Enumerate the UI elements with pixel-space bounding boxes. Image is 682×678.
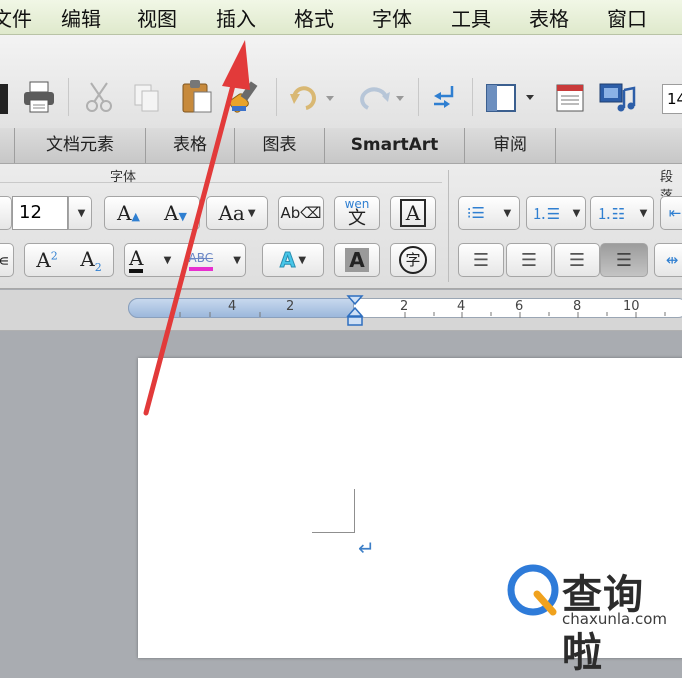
- chevron-down-icon: ▼: [77, 207, 86, 219]
- paste-icon[interactable]: [180, 78, 214, 114]
- enclose-char: 字: [399, 246, 427, 274]
- clear-formatting-button[interactable]: Ab⌫: [278, 196, 324, 230]
- chevron-down-icon: ▼: [247, 207, 256, 219]
- distributed-button[interactable]: ⇹: [654, 243, 682, 277]
- menu-tools[interactable]: 工具: [451, 3, 491, 32]
- multilevel-list-icon: ⒈☷: [596, 204, 626, 223]
- chevron-down-icon: ▼: [163, 254, 172, 266]
- numbering-button[interactable]: ⒈☰ ▼: [526, 196, 586, 230]
- highlight-icon[interactable]: ABC: [188, 249, 214, 271]
- subscript-icon[interactable]: A2: [80, 247, 101, 274]
- phonetic-guide-button[interactable]: wen 文: [334, 196, 380, 230]
- menu-format[interactable]: 格式: [294, 3, 334, 32]
- margin-corner-mark: [354, 489, 355, 533]
- font-size-input[interactable]: 12: [12, 196, 68, 230]
- toolbar-separator: [418, 78, 419, 116]
- font-color-highlight-buttons[interactable]: A ▼ ABC ▼: [124, 243, 246, 277]
- distributed-icon: ⇹: [665, 251, 679, 269]
- sidebar-icon[interactable]: [484, 82, 540, 114]
- ruler-ticks: [179, 312, 666, 318]
- text-effects-icon: A: [279, 248, 296, 273]
- align-right-button[interactable]: ☰: [554, 243, 600, 277]
- watermark-logo-icon: [507, 564, 559, 616]
- font-color-icon[interactable]: A: [129, 247, 144, 273]
- tab-tables[interactable]: 表格: [146, 128, 235, 163]
- paragraph-mark-icon[interactable]: [428, 82, 460, 114]
- media-browser-icon[interactable]: [598, 80, 638, 114]
- redo-icon[interactable]: [352, 84, 406, 112]
- bullets-button[interactable]: ⁝☰ ▼: [458, 196, 520, 230]
- grow-shrink-font-buttons[interactable]: A▲ A▼: [104, 196, 200, 230]
- print-icon[interactable]: [22, 80, 56, 114]
- character-shading-icon: A: [345, 248, 369, 272]
- phonetic-char: 文: [348, 208, 366, 229]
- toolbar-separator: [472, 78, 473, 116]
- paragraph-return-icon: ↵: [358, 536, 375, 560]
- group-separator: [448, 170, 449, 282]
- font-size-dropdown[interactable]: ▼: [68, 196, 92, 230]
- eraser-icon: Ab⌫: [280, 204, 322, 222]
- zoom-field[interactable]: 14: [662, 84, 682, 114]
- justify-icon: ☰: [615, 249, 633, 271]
- watermark-domain: chaxunla.com: [562, 610, 667, 628]
- align-right-icon: ☰: [568, 249, 586, 271]
- superscript-icon[interactable]: A2: [36, 248, 57, 272]
- document-view-icon[interactable]: [554, 82, 586, 114]
- font-group-title: 字体: [110, 170, 137, 185]
- menu-edit[interactable]: 编辑: [61, 3, 101, 32]
- decrease-indent-icon: ⇤: [668, 204, 682, 222]
- multilevel-list-button[interactable]: ⒈☷ ▼: [590, 196, 654, 230]
- character-shading-button[interactable]: A: [334, 243, 380, 277]
- menu-view[interactable]: 视图: [137, 3, 177, 32]
- bullet-list-icon: ⁝☰: [466, 204, 485, 222]
- change-case-button[interactable]: Aa ▼: [206, 196, 268, 230]
- text-effects-button[interactable]: A ▼: [262, 243, 324, 277]
- toolbar-separator: [68, 78, 69, 116]
- chevron-down-icon: ▼: [572, 207, 581, 219]
- super-sub-script-buttons[interactable]: A2 A2: [24, 243, 114, 277]
- font-name-dropdown[interactable]: [0, 196, 12, 230]
- align-center-icon: ☰: [520, 249, 538, 271]
- character-border-char: A: [399, 199, 427, 227]
- menu-window[interactable]: 窗口: [607, 3, 647, 32]
- chevron-down-icon: ▼: [298, 254, 307, 266]
- chevron-down-icon: ▼: [503, 207, 512, 219]
- grow-font-icon[interactable]: A▲: [117, 201, 140, 225]
- shrink-font-icon[interactable]: A▼: [164, 201, 187, 225]
- format-painter-icon[interactable]: [228, 78, 264, 114]
- ribbon-tab-partial[interactable]: [0, 128, 15, 163]
- chevron-down-icon: ▼: [233, 254, 241, 266]
- decrease-indent-button[interactable]: ⇤: [660, 196, 682, 230]
- align-left-icon: ☰: [472, 249, 490, 271]
- tab-smartart[interactable]: SmartArt: [325, 128, 465, 163]
- margin-corner-mark: [312, 532, 355, 533]
- tab-review[interactable]: 审阅: [465, 128, 556, 163]
- justify-button[interactable]: ☰: [600, 243, 648, 277]
- tab-document-elements[interactable]: 文档元素: [15, 128, 146, 163]
- align-left-button[interactable]: ☰: [458, 243, 504, 277]
- character-border-button[interactable]: A: [390, 196, 436, 230]
- menu-font[interactable]: 字体: [372, 3, 412, 32]
- strikethrough-button[interactable]: ∊: [0, 243, 14, 277]
- tab-charts[interactable]: 图表: [235, 128, 325, 163]
- copy-icon[interactable]: [132, 82, 162, 114]
- group-title-divider: [0, 182, 442, 183]
- chevron-down-icon: ▼: [639, 207, 648, 219]
- toolbar-edge-icon: [0, 84, 8, 114]
- enclose-characters-button[interactable]: 字: [390, 243, 436, 277]
- numbered-list-icon: ⒈☰: [531, 204, 561, 223]
- cut-icon[interactable]: [82, 80, 116, 114]
- toolbar-separator: [276, 78, 277, 116]
- align-center-button[interactable]: ☰: [506, 243, 552, 277]
- menu-bar: 文件 编辑 视图 插入 格式 字体 工具 表格 窗口: [0, 0, 682, 35]
- menu-table[interactable]: 表格: [529, 3, 569, 32]
- menu-file[interactable]: 文件: [0, 3, 32, 32]
- undo-icon[interactable]: [288, 84, 336, 112]
- menu-insert[interactable]: 插入: [216, 3, 256, 32]
